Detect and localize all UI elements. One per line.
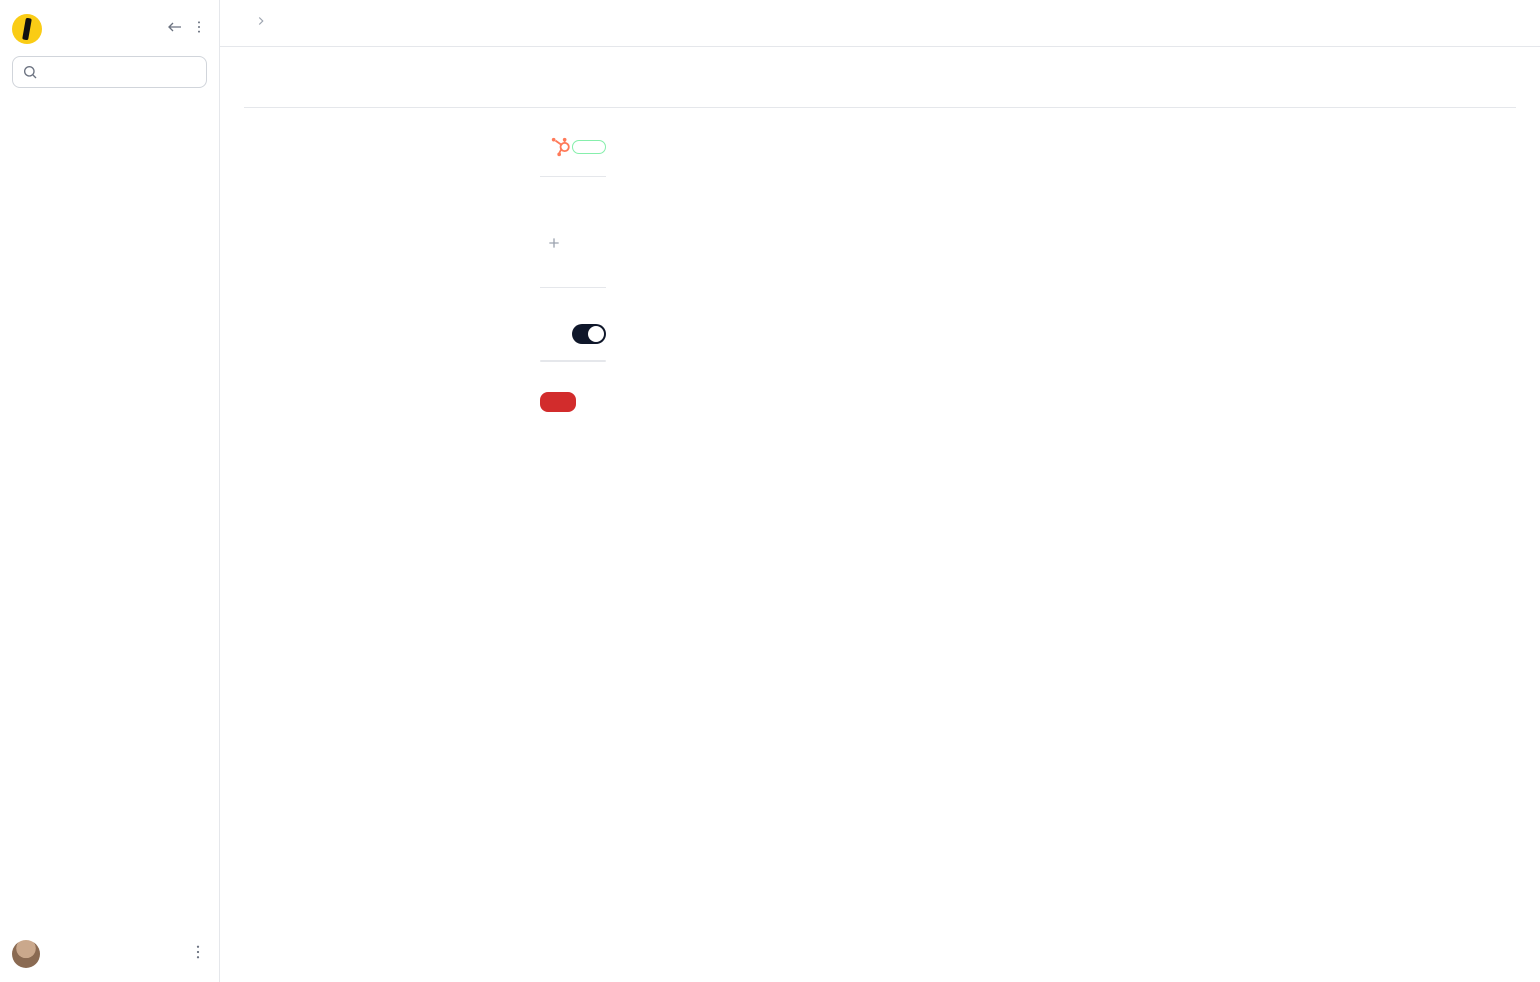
hubspot-icon <box>550 136 572 158</box>
breadcrumb <box>220 0 1540 47</box>
user-footer <box>0 925 219 982</box>
collapse-icon[interactable] <box>167 19 183 39</box>
search-box <box>12 56 207 88</box>
fields-subtitle <box>540 207 606 221</box>
sidebar <box>0 0 220 982</box>
page-subtitle <box>244 83 1516 107</box>
avatar[interactable] <box>12 940 40 968</box>
connection-status <box>572 140 606 154</box>
ai-summaries-table <box>540 360 606 362</box>
subtabs <box>244 136 484 412</box>
user-more-icon[interactable] <box>189 943 207 965</box>
more-icon[interactable] <box>191 19 207 39</box>
workspace-logo <box>12 14 42 44</box>
search-input[interactable] <box>12 56 207 88</box>
chevron-right-icon <box>254 14 268 32</box>
disconnect-button[interactable] <box>540 392 576 412</box>
ai-summaries-toggle[interactable] <box>572 324 606 344</box>
add-fields-button[interactable] <box>540 227 576 259</box>
plus-icon <box>546 235 562 251</box>
main <box>220 0 1540 982</box>
search-icon <box>22 64 38 80</box>
workspace-switcher[interactable] <box>12 14 207 44</box>
advanced-heading <box>540 312 606 324</box>
